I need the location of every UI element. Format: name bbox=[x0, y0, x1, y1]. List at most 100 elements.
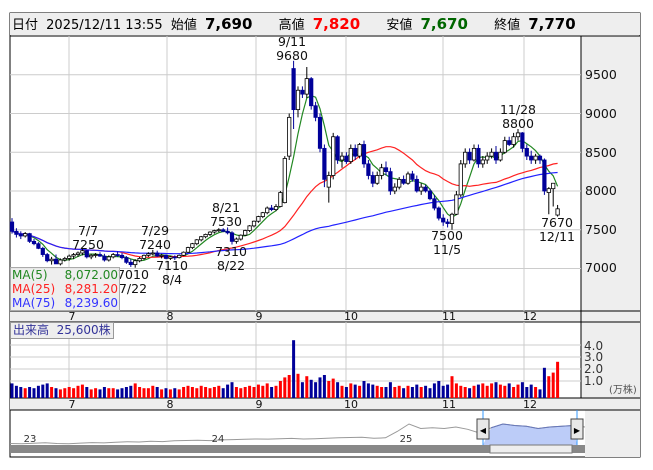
candle bbox=[247, 225, 252, 231]
candle bbox=[529, 155, 534, 161]
volume-bar bbox=[441, 385, 445, 398]
candle bbox=[379, 167, 384, 176]
candle bbox=[146, 253, 151, 256]
candle bbox=[370, 175, 375, 184]
volume-bar bbox=[208, 388, 212, 398]
candle bbox=[256, 216, 261, 222]
volume-bar bbox=[322, 375, 326, 398]
volume-bar bbox=[138, 387, 142, 398]
volume-bar bbox=[459, 385, 463, 398]
candle bbox=[291, 68, 296, 111]
month-strip bbox=[10, 311, 640, 322]
candle bbox=[533, 155, 538, 161]
candle bbox=[313, 105, 318, 118]
volume-bar bbox=[551, 372, 555, 398]
candle bbox=[485, 155, 490, 161]
volume-bar bbox=[63, 388, 67, 398]
candle bbox=[542, 159, 547, 192]
volume-bar bbox=[362, 381, 366, 398]
candle bbox=[273, 206, 279, 210]
candle bbox=[27, 233, 32, 242]
month-label: 12 bbox=[523, 398, 537, 411]
volume-bar bbox=[331, 378, 335, 398]
candle bbox=[133, 260, 138, 266]
volume-bar bbox=[432, 383, 436, 398]
volume-bar bbox=[380, 387, 384, 398]
candle bbox=[199, 236, 204, 241]
navigator-arrow-right-icon: ▶ bbox=[574, 426, 581, 435]
volume-bar bbox=[256, 384, 260, 398]
volume-bar bbox=[494, 382, 498, 398]
volume-bar bbox=[270, 387, 274, 398]
volume-bar bbox=[274, 385, 278, 398]
volume-bar bbox=[534, 387, 538, 398]
candle bbox=[36, 243, 41, 249]
month-label: 10 bbox=[344, 398, 358, 411]
candle bbox=[115, 254, 120, 256]
volume-bar bbox=[402, 388, 406, 398]
price-tick: 8500 bbox=[585, 145, 617, 160]
candle bbox=[445, 221, 450, 224]
volume-bar bbox=[190, 387, 194, 398]
scrollbar-thumb[interactable] bbox=[489, 444, 573, 454]
candle bbox=[62, 258, 67, 261]
volume-bar bbox=[58, 389, 62, 398]
volume-bar bbox=[340, 385, 344, 398]
volume-bar bbox=[116, 389, 120, 398]
volume-bar bbox=[151, 385, 155, 398]
candle bbox=[53, 258, 59, 265]
volume-bar bbox=[287, 375, 291, 398]
volume-bar bbox=[54, 388, 58, 398]
volume-bar bbox=[67, 387, 71, 398]
volume-bar bbox=[397, 385, 401, 398]
candle bbox=[309, 78, 314, 107]
quote-header: 日付 2025/12/11 13:55 始値 7,690 高値 7,820 安値… bbox=[10, 13, 640, 35]
volume-bar bbox=[318, 377, 322, 398]
price-tick: 7000 bbox=[585, 260, 617, 275]
annotation-peak: 9/11 9680 bbox=[276, 34, 308, 63]
volume-bar bbox=[476, 384, 480, 398]
annotation-low: 7310 8/22 bbox=[215, 244, 247, 273]
volume-bar bbox=[212, 387, 216, 398]
candle bbox=[317, 116, 323, 149]
navigator-arrow-left-icon: ◀ bbox=[480, 426, 487, 435]
candle bbox=[507, 140, 512, 145]
volume-bar bbox=[164, 388, 168, 398]
candle bbox=[375, 175, 380, 184]
candle bbox=[339, 155, 345, 161]
candle bbox=[449, 213, 455, 224]
annotation-low: 7500 11/5 bbox=[431, 228, 463, 257]
volume-bar bbox=[498, 384, 502, 398]
volume-bar bbox=[129, 385, 133, 398]
volume-bar bbox=[358, 385, 362, 398]
candle bbox=[331, 136, 336, 176]
candle bbox=[551, 182, 556, 190]
candle bbox=[392, 186, 397, 192]
candle bbox=[106, 256, 111, 261]
volume-bar bbox=[36, 385, 40, 398]
candle bbox=[194, 239, 199, 245]
candle bbox=[67, 255, 72, 259]
annotation-low: 7110 8/4 bbox=[156, 258, 188, 287]
candle bbox=[419, 186, 424, 192]
candle bbox=[111, 254, 116, 258]
annotation-last: 7670 12/11 bbox=[538, 215, 576, 244]
volume-bar bbox=[221, 388, 225, 398]
volume-bar bbox=[50, 387, 54, 398]
volume-bar bbox=[490, 383, 494, 398]
candle bbox=[427, 190, 433, 200]
candle bbox=[71, 254, 76, 257]
candle bbox=[14, 230, 19, 235]
candle bbox=[476, 147, 481, 165]
candle bbox=[480, 159, 485, 165]
candle bbox=[159, 254, 164, 257]
candle bbox=[502, 140, 507, 153]
candle bbox=[141, 254, 147, 259]
candle bbox=[287, 116, 292, 157]
legend-ma5: MA(5) 8,072.00 bbox=[12, 268, 118, 282]
volume-bar bbox=[41, 384, 45, 398]
volume-bar bbox=[195, 388, 199, 398]
volume-bar bbox=[177, 389, 181, 398]
candle bbox=[520, 132, 525, 149]
candle bbox=[9, 221, 15, 232]
